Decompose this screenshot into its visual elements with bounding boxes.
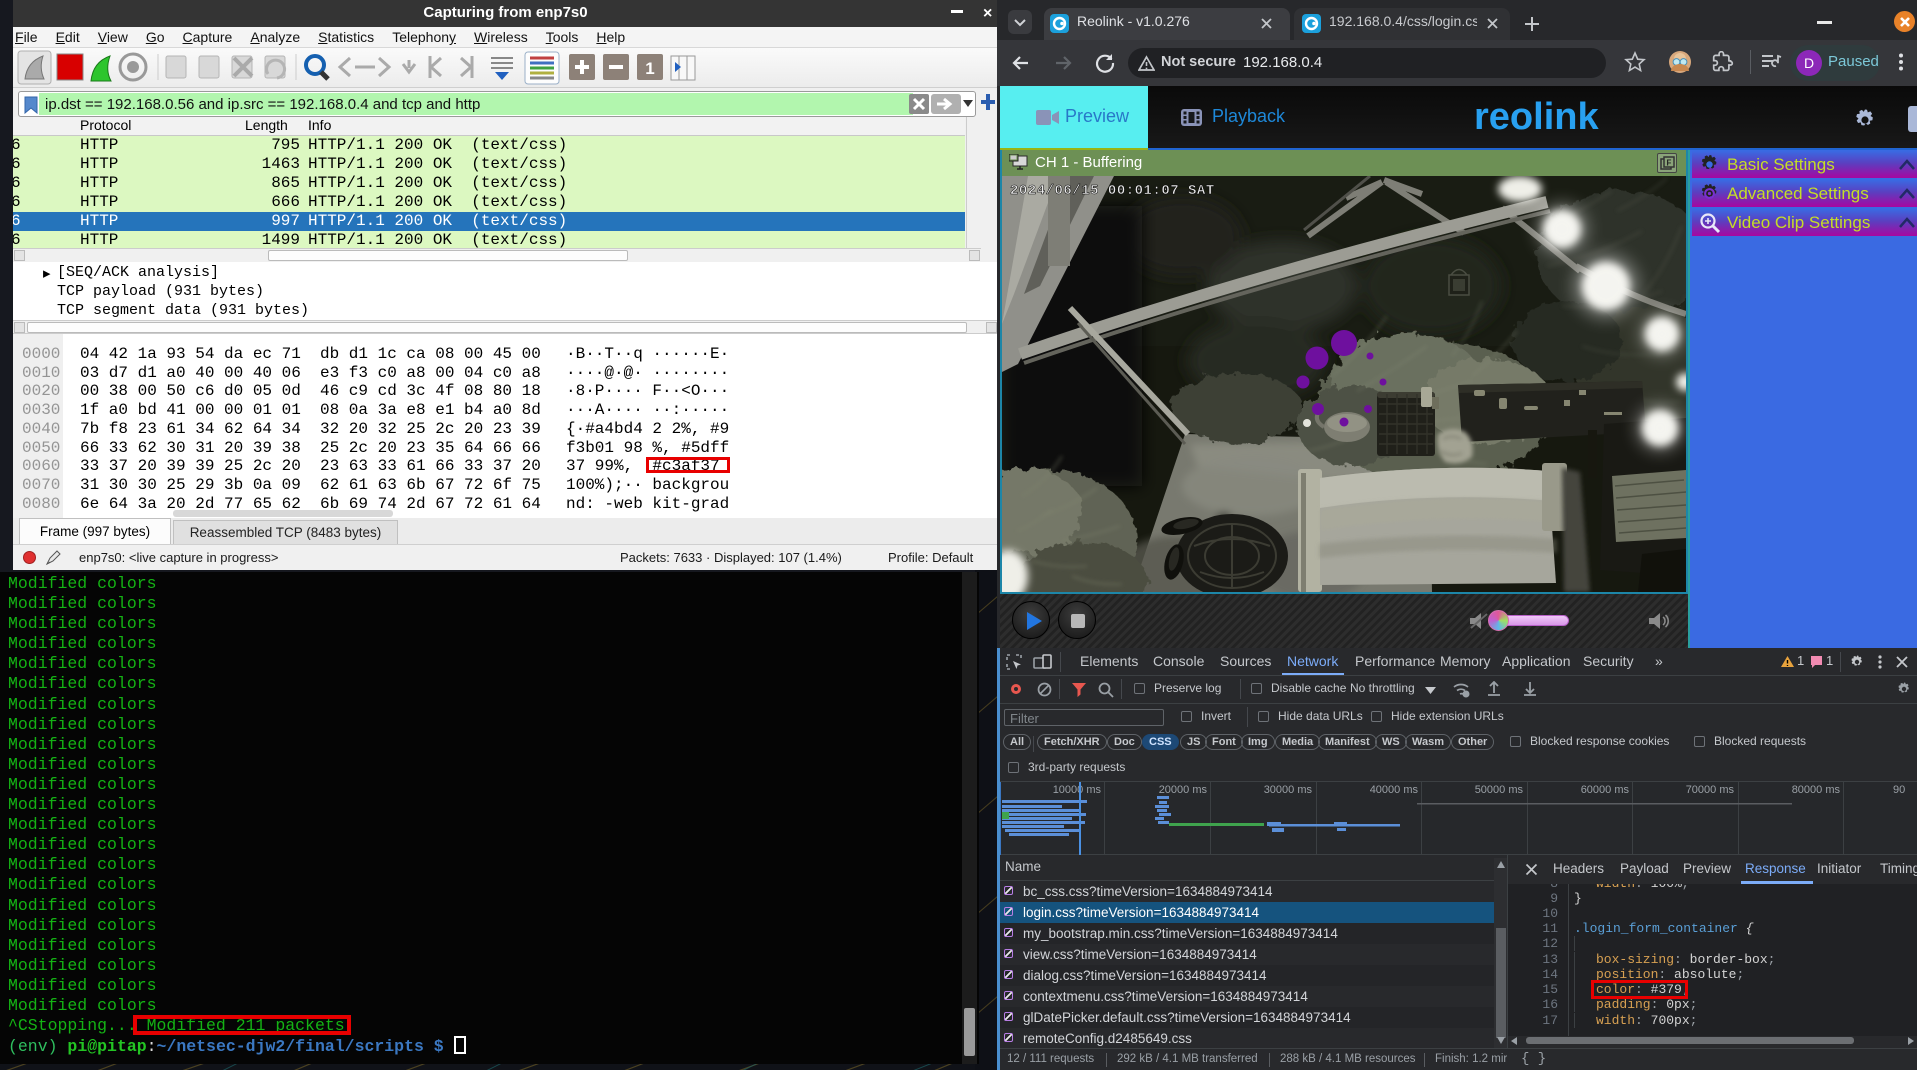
svg-text:1: 1 — [645, 59, 654, 78]
svg-text:F: F — [1667, 159, 1672, 168]
svg-text:2024/06/15 00:01:07 SAT: 2024/06/15 00:01:07 SAT — [1010, 183, 1215, 199]
